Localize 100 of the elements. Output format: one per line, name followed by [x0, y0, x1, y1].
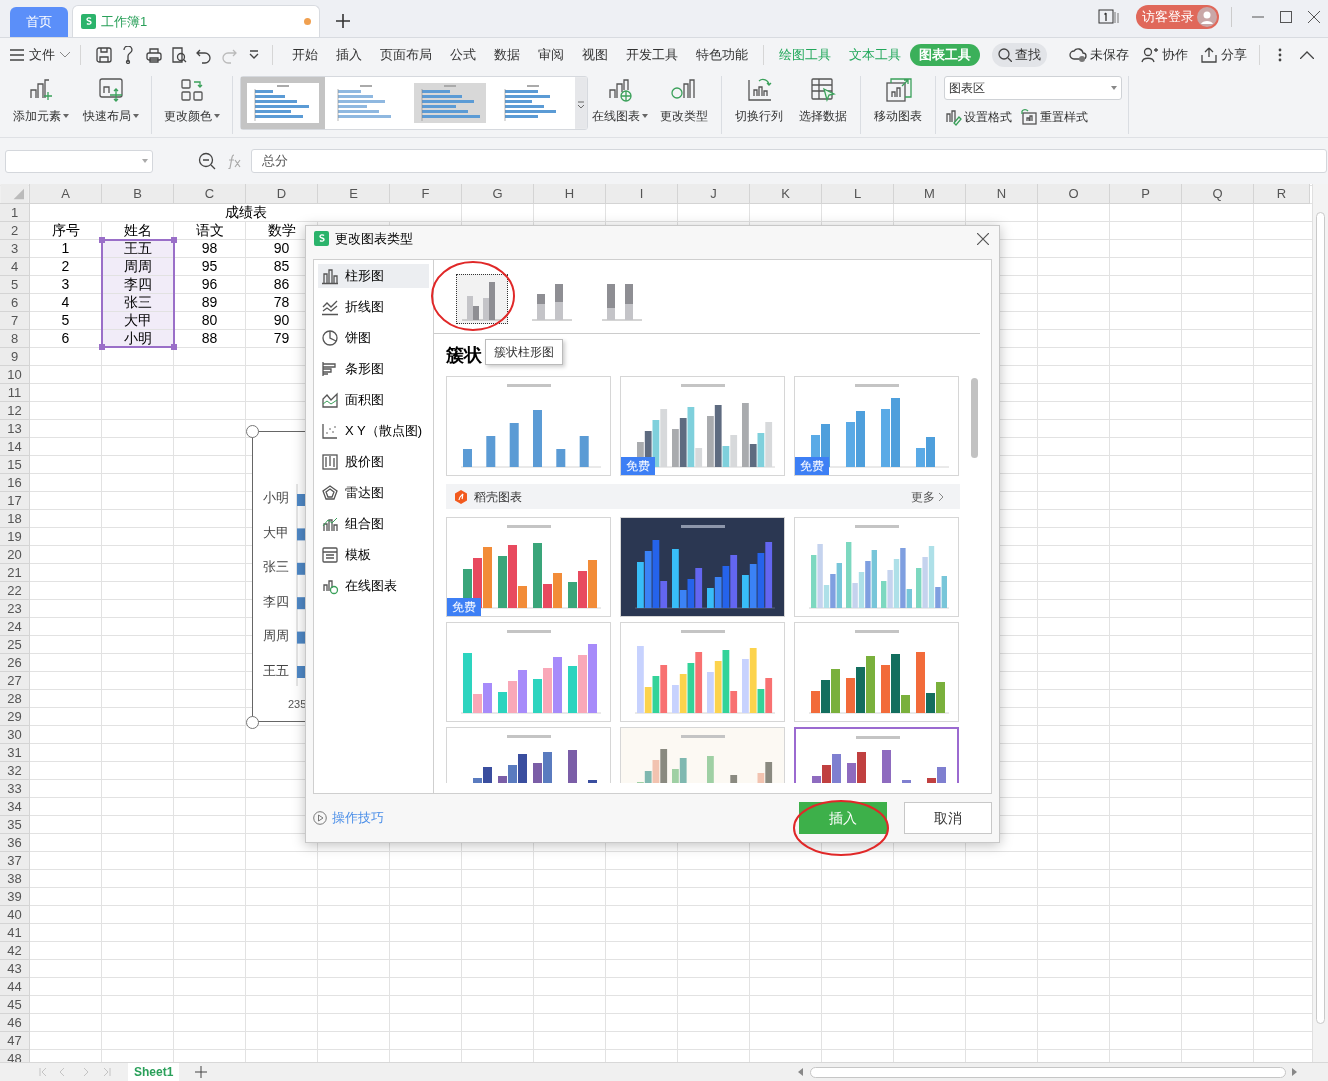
- cancel-button[interactable]: 取消: [904, 802, 992, 834]
- search-button[interactable]: 查找: [992, 43, 1047, 67]
- resize-handle[interactable]: [246, 425, 259, 438]
- menu-tab[interactable]: 审阅: [529, 44, 573, 66]
- row-header[interactable]: 37: [0, 852, 30, 870]
- ribbon-button[interactable]: 更改类型: [655, 76, 713, 125]
- row-header[interactable]: 35: [0, 816, 30, 834]
- chart-category[interactable]: 柱形图: [318, 264, 429, 288]
- row-header[interactable]: 36: [0, 834, 30, 852]
- save-icon[interactable]: [94, 46, 113, 64]
- new-tab-icon[interactable]: [336, 14, 350, 28]
- row-header[interactable]: 11: [0, 384, 30, 402]
- scroll-left-icon[interactable]: [798, 1068, 804, 1076]
- more-link[interactable]: 更多: [911, 487, 944, 506]
- column-header[interactable]: O: [1038, 184, 1110, 204]
- row-header[interactable]: 19: [0, 528, 30, 546]
- chart-element-dropdown[interactable]: 图表区: [944, 76, 1122, 100]
- row-header[interactable]: 29: [0, 708, 30, 726]
- row-header[interactable]: 24: [0, 618, 30, 636]
- row-header[interactable]: 45: [0, 996, 30, 1014]
- template-card[interactable]: 免费: [794, 376, 959, 476]
- row-header[interactable]: 9: [0, 348, 30, 366]
- column-header[interactable]: J: [678, 184, 750, 204]
- row-header[interactable]: 42: [0, 942, 30, 960]
- row-header[interactable]: 30: [0, 726, 30, 744]
- scrollbar-thumb[interactable]: [810, 1066, 1286, 1078]
- column-header[interactable]: C: [174, 184, 246, 204]
- column-header[interactable]: Q: [1182, 184, 1254, 204]
- ribbon-button[interactable]: 更改颜色: [161, 76, 223, 125]
- row-header[interactable]: 26: [0, 654, 30, 672]
- chart-subtype-option[interactable]: [456, 273, 508, 324]
- row-header[interactable]: 7: [0, 312, 30, 330]
- file-menu[interactable]: 文件: [10, 45, 70, 65]
- row-header[interactable]: 41: [0, 924, 30, 942]
- row-header[interactable]: 47: [0, 1032, 30, 1050]
- ribbon-button[interactable]: 设置格式: [944, 108, 1012, 126]
- row-header[interactable]: 18: [0, 510, 30, 528]
- chart-category[interactable]: 雷达图: [318, 481, 429, 505]
- chart-style-option[interactable]: [241, 77, 325, 129]
- row-header[interactable]: 3: [0, 240, 30, 258]
- row-header[interactable]: 12: [0, 402, 30, 420]
- toolbar-action[interactable]: 分享: [1200, 45, 1247, 65]
- chart-category[interactable]: 模板: [318, 543, 429, 567]
- ribbon-button[interactable]: 选择数据: [794, 76, 852, 125]
- row-header[interactable]: 33: [0, 780, 30, 798]
- ribbon-button[interactable]: 切换行列: [730, 76, 788, 125]
- toolbar-action[interactable]: 协作: [1141, 45, 1188, 65]
- column-header[interactable]: G: [462, 184, 534, 204]
- select-all-icon[interactable]: [0, 184, 30, 204]
- add-sheet-icon[interactable]: [195, 1066, 208, 1078]
- document-tab[interactable]: 工作簿1: [72, 5, 320, 37]
- gallery-scroll-icon[interactable]: [575, 77, 587, 129]
- column-header[interactable]: H: [534, 184, 606, 204]
- column-header[interactable]: P: [1110, 184, 1182, 204]
- row-header[interactable]: 44: [0, 978, 30, 996]
- menu-tab[interactable]: 视图: [573, 44, 617, 66]
- row-header[interactable]: 5: [0, 276, 30, 294]
- row-header[interactable]: 2: [0, 222, 30, 240]
- row-header[interactable]: 17: [0, 492, 30, 510]
- column-header[interactable]: E: [318, 184, 390, 204]
- chart-category[interactable]: 组合图: [318, 512, 429, 536]
- close-icon[interactable]: [1308, 11, 1320, 23]
- row-header[interactable]: 21: [0, 564, 30, 582]
- close-icon[interactable]: [977, 232, 989, 245]
- row-header[interactable]: 32: [0, 762, 30, 780]
- column-header[interactable]: I: [606, 184, 678, 204]
- row-header[interactable]: 43: [0, 960, 30, 978]
- resize-handle[interactable]: [246, 716, 259, 729]
- row-header[interactable]: 4: [0, 258, 30, 276]
- row-header[interactable]: 27: [0, 672, 30, 690]
- ribbon-button[interactable]: 快速布局: [80, 76, 142, 125]
- menu-tab[interactable]: 插入: [327, 44, 371, 66]
- row-header[interactable]: 23: [0, 600, 30, 618]
- ribbon-button[interactable]: 移动图表: [869, 76, 927, 125]
- template-card[interactable]: 免费: [446, 517, 611, 617]
- formula-field[interactable]: 总分: [251, 149, 1327, 173]
- column-header[interactable]: F: [390, 184, 462, 204]
- zoom-icon[interactable]: [198, 152, 216, 170]
- row-header[interactable]: 8: [0, 330, 30, 348]
- chart-category[interactable]: X Y（散点图): [318, 419, 429, 443]
- row-header[interactable]: 13: [0, 420, 30, 438]
- collapse-icon[interactable]: [1300, 51, 1314, 59]
- template-card[interactable]: 免费: [620, 376, 785, 476]
- ribbon-button[interactable]: 添加元素: [10, 76, 72, 125]
- menu-tab[interactable]: 页面布局: [371, 44, 441, 66]
- row-header[interactable]: 25: [0, 636, 30, 654]
- menu-tab[interactable]: 特色功能: [687, 44, 757, 66]
- column-header[interactable]: D: [246, 184, 318, 204]
- row-header[interactable]: 10: [0, 366, 30, 384]
- more-icon[interactable]: [1278, 48, 1282, 62]
- print-preview-icon[interactable]: [169, 46, 188, 64]
- row-header[interactable]: 34: [0, 798, 30, 816]
- column-header[interactable]: N: [966, 184, 1038, 204]
- chart-category[interactable]: 条形图: [318, 357, 429, 381]
- function-icon[interactable]: [225, 153, 243, 169]
- maximize-icon[interactable]: [1280, 11, 1292, 23]
- row-header[interactable]: 28: [0, 690, 30, 708]
- scrollbar-thumb[interactable]: [971, 378, 978, 458]
- column-header[interactable]: K: [750, 184, 822, 204]
- row-header[interactable]: 16: [0, 474, 30, 492]
